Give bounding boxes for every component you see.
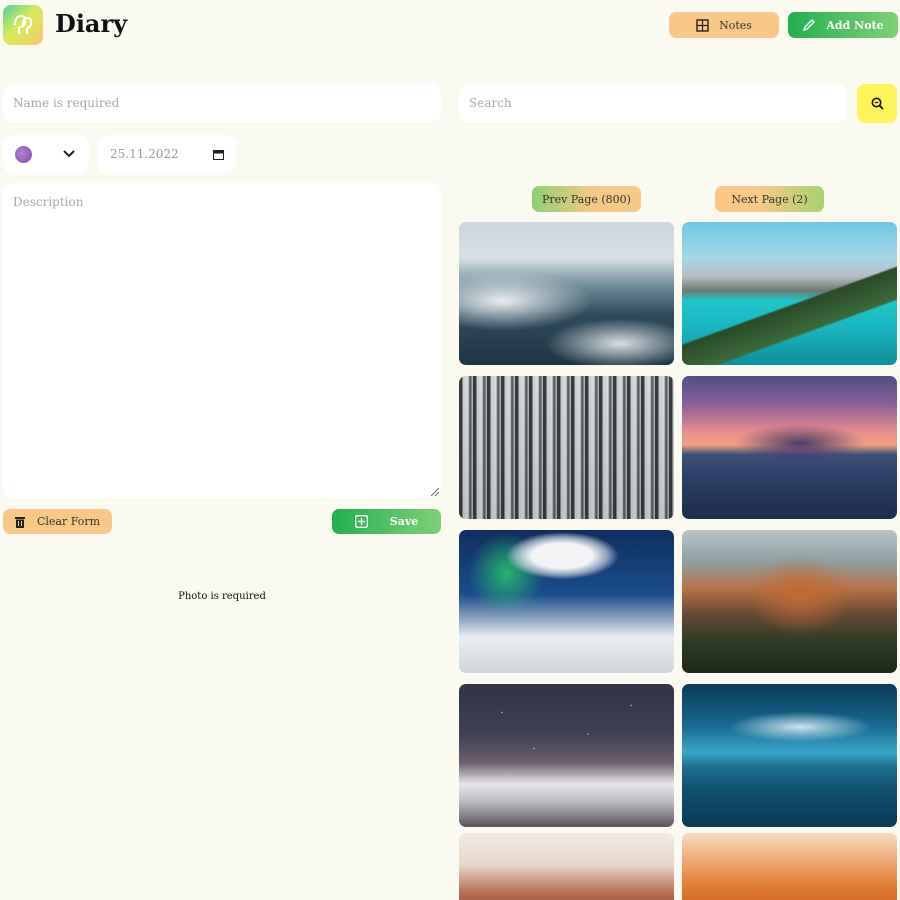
name-placeholder: Name is required [13,96,120,110]
grid-icon [696,18,709,32]
notes-label: Notes [719,18,752,32]
prev-page-button[interactable]: Prev Page (800) [532,186,641,212]
add-note-label: Add Note [826,18,884,32]
photo-turquoise-lake[interactable] [682,222,897,365]
search-input[interactable]: Search [459,84,847,122]
app-logo [3,5,43,45]
pencil-icon [803,19,816,32]
notes-button[interactable]: Notes [669,12,779,38]
add-note-button[interactable]: Add Note [788,12,898,38]
plus-square-icon [354,515,368,528]
photo-aurora-over-snow[interactable] [459,530,674,673]
save-label: Save [389,515,419,528]
next-page-button[interactable]: Next Page (2) [715,186,824,212]
photo-red-cliffs[interactable] [459,833,674,900]
trash-icon [14,516,25,528]
photo-island-at-dusk[interactable] [682,684,897,827]
calendar-icon[interactable] [213,149,224,160]
emoji-select[interactable] [3,135,89,173]
name-input[interactable]: Name is required [3,84,441,122]
search-button[interactable] [857,84,897,123]
date-value: 25.11.2022 [110,147,179,161]
clear-form-button[interactable]: Clear Form [3,509,112,534]
photo-ocean-sunset[interactable] [682,376,897,519]
photo-required-message: Photo is required [178,591,266,602]
description-textarea[interactable]: Description [3,183,441,498]
diary-logo-icon [14,14,33,34]
description-placeholder: Description [13,195,84,209]
chevron-down-icon [63,150,75,158]
purple-emoji-icon [15,145,32,163]
save-button[interactable]: Save [332,509,441,534]
app-title: Diary [55,9,128,38]
photo-orange-desert[interactable] [682,833,897,900]
photo-foggy-forest[interactable] [459,222,674,365]
clear-form-label: Clear Form [36,515,101,528]
search-placeholder: Search [469,96,512,110]
resize-handle-icon[interactable] [431,488,439,496]
photo-mountain-canyon[interactable] [682,530,897,673]
photo-snowy-forest[interactable] [459,376,674,519]
date-input[interactable]: 25.11.2022 [98,135,236,173]
photo-starry-snow-peaks[interactable] [459,684,674,827]
search-icon [871,97,884,110]
